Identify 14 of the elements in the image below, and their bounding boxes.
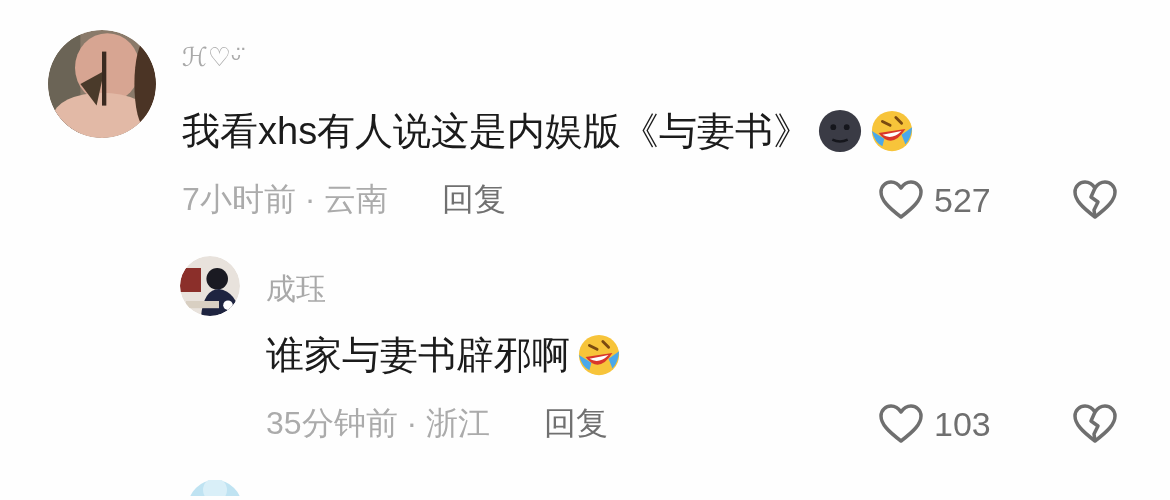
- comment-text: 我看xhs有人说这是内娱版《与妻书》: [182, 109, 812, 154]
- reply-button[interactable]: 回复: [544, 402, 609, 446]
- timestamp-location: 7小时前 · 云南: [182, 180, 389, 219]
- moon-face-icon: [817, 108, 864, 154]
- heart-icon[interactable]: [878, 180, 924, 220]
- comment-text: 谁家与妻书辟邪啊: [266, 333, 570, 378]
- reply-button[interactable]: 回复: [442, 178, 507, 222]
- broken-heart-icon[interactable]: [1072, 404, 1118, 444]
- like-count: 103: [934, 404, 991, 444]
- timestamp-location: 35分钟前 · 浙江: [266, 404, 491, 443]
- broken-heart-icon[interactable]: [1072, 180, 1118, 220]
- laughing-face-icon: [576, 332, 622, 378]
- like-count: 527: [934, 180, 991, 220]
- heart-icon[interactable]: [878, 404, 924, 444]
